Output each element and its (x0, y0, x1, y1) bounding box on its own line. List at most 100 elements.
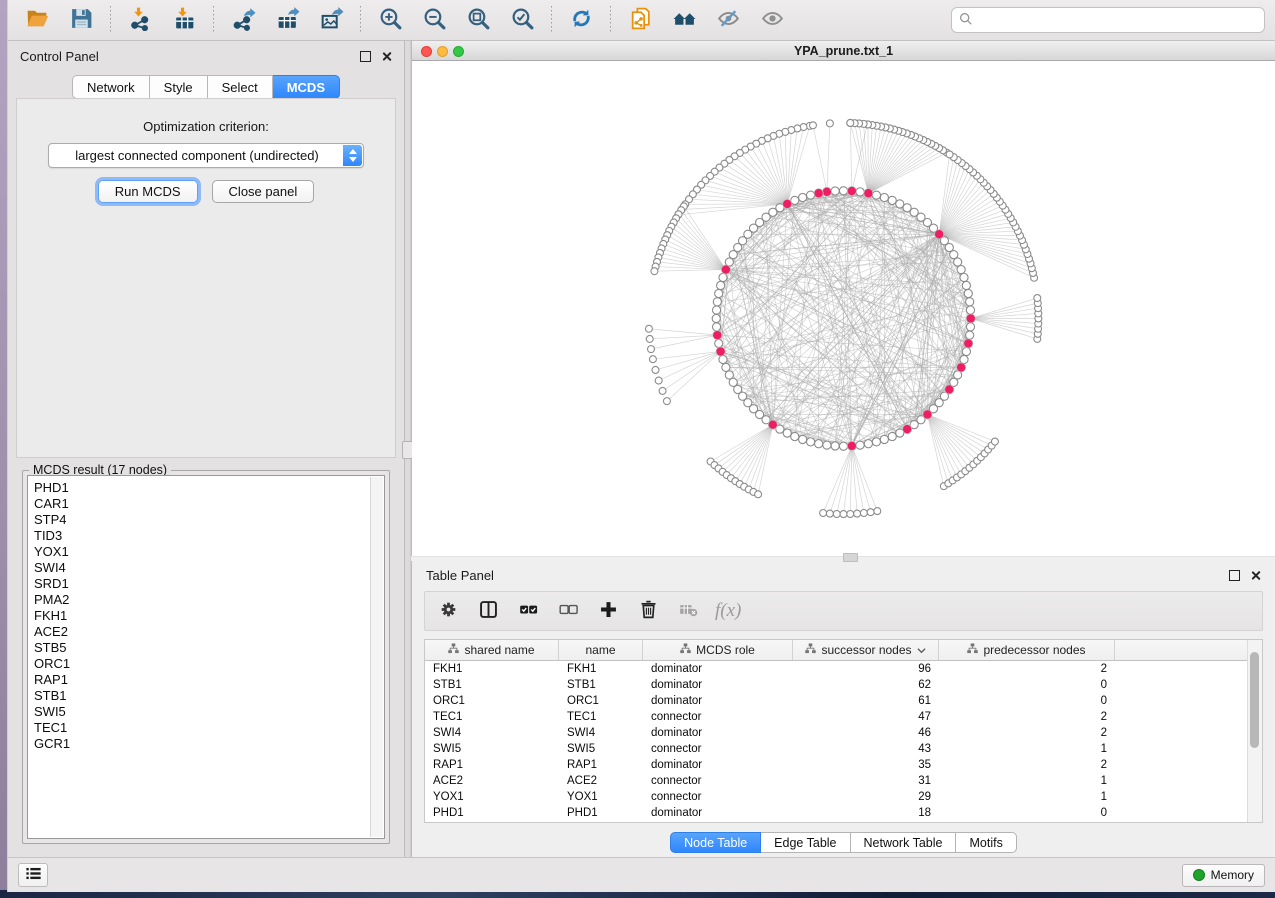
mcds-node-item[interactable]: TEC1 (34, 720, 384, 736)
splitter-grip[interactable] (843, 553, 858, 562)
import-table-button[interactable] (165, 4, 203, 36)
mcds-node-item[interactable]: STB1 (34, 688, 384, 704)
tree-icon (680, 643, 691, 657)
import-network-button[interactable] (121, 4, 159, 36)
apply-layout-button[interactable] (562, 4, 600, 36)
table-cell: 1 (939, 791, 1115, 803)
network-canvas[interactable] (412, 61, 1275, 556)
table-row[interactable]: STB1STB1dominator620 (425, 677, 1248, 693)
network-graph[interactable] (412, 61, 1275, 556)
mcds-node-item[interactable]: SWI4 (34, 560, 384, 576)
table-row[interactable]: SWI4SWI4dominator462 (425, 725, 1248, 741)
eye-slash-icon (716, 6, 741, 34)
mcds-node-item[interactable]: GCR1 (34, 736, 384, 752)
export-image-button[interactable] (312, 4, 350, 36)
zoom-out-button[interactable] (415, 4, 453, 36)
tab-network[interactable]: Network (72, 75, 150, 99)
column-header-name[interactable]: name (559, 640, 643, 660)
tab-style[interactable]: Style (150, 75, 208, 99)
function-builder-button[interactable]: f(x) (715, 598, 741, 624)
sort-descending-icon (917, 643, 926, 657)
table-cell: 31 (793, 775, 939, 787)
task-history-button[interactable] (18, 863, 48, 887)
mcds-node-item[interactable]: ACE2 (34, 624, 384, 640)
mcds-result-list[interactable]: PHD1CAR1STP4TID3YOX1SWI4SRD1PMA2FKH1ACE2… (27, 475, 385, 839)
export-table-button[interactable] (268, 4, 306, 36)
memory-button[interactable]: Memory (1182, 864, 1265, 887)
first-neighbors-button[interactable] (665, 4, 703, 36)
tab-motifs[interactable]: Motifs (956, 832, 1016, 853)
mcds-node-item[interactable]: STB5 (34, 640, 384, 656)
close-panel-button[interactable]: Close panel (212, 180, 315, 203)
export-network-button[interactable] (224, 4, 262, 36)
create-column-button[interactable] (595, 598, 621, 624)
select-all-rows-button[interactable] (515, 598, 541, 624)
minimize-window-icon[interactable] (437, 46, 448, 57)
column-header-shared-name[interactable]: shared name (425, 640, 559, 660)
maximize-window-icon[interactable] (453, 46, 464, 57)
control-panel: Control Panel NetworkStyleSelectMCDS Opt… (8, 41, 404, 857)
tab-edge-table[interactable]: Edge Table (761, 832, 850, 853)
table-row[interactable]: FKH1FKH1dominator962 (425, 661, 1248, 677)
horizontal-splitter[interactable] (411, 556, 1275, 561)
show-columns-button[interactable] (475, 598, 501, 624)
table-cell: dominator (643, 727, 793, 739)
column-header-MCDS-role[interactable]: MCDS role (643, 640, 793, 660)
mcds-node-item[interactable]: SRD1 (34, 576, 384, 592)
column-header-predecessor-nodes[interactable]: predecessor nodes (939, 640, 1115, 660)
tab-select[interactable]: Select (208, 75, 273, 99)
column-header-successor-nodes[interactable]: successor nodes (793, 640, 939, 660)
mcds-node-item[interactable]: TID3 (34, 528, 384, 544)
zoom-selected-button[interactable] (503, 4, 541, 36)
table-settings-button[interactable] (435, 598, 461, 624)
table-row[interactable]: ORC1ORC1dominator610 (425, 693, 1248, 709)
delete-table-button[interactable] (675, 598, 701, 624)
zoom-in-button[interactable] (371, 4, 409, 36)
table-row[interactable]: ACE2ACE2connector311 (425, 773, 1248, 789)
table-cell: 43 (793, 743, 939, 755)
close-panel-icon[interactable] (381, 51, 392, 62)
mcds-list-scrollbar[interactable] (370, 477, 383, 837)
save-session-button[interactable] (62, 4, 100, 36)
mcds-node-item[interactable]: STP4 (34, 512, 384, 528)
mcds-node-item[interactable]: PMA2 (34, 592, 384, 608)
table-row[interactable]: TEC1TEC1connector472 (425, 709, 1248, 725)
table-cell: 0 (939, 807, 1115, 819)
new-network-from-selection-button[interactable] (621, 4, 659, 36)
tab-network-table[interactable]: Network Table (851, 832, 957, 853)
mcds-node-item[interactable]: PHD1 (34, 480, 384, 496)
close-window-icon[interactable] (421, 46, 432, 57)
mcds-node-item[interactable]: YOX1 (34, 544, 384, 560)
search-input[interactable] (978, 12, 1257, 28)
table-row[interactable]: RAP1RAP1dominator352 (425, 757, 1248, 773)
hide-selected-button[interactable] (709, 4, 747, 36)
network-view-window: YPA_prune.txt_1 (411, 41, 1275, 556)
mcds-node-item[interactable]: SWI5 (34, 704, 384, 720)
unchecked-boxes-icon (558, 599, 579, 623)
tab-mcds[interactable]: MCDS (273, 75, 340, 99)
close-panel-icon[interactable] (1250, 570, 1261, 581)
open-session-button[interactable] (18, 4, 56, 36)
table-body: FKH1FKH1dominator962STB1STB1dominator620… (425, 661, 1248, 821)
table-cell: ORC1 (559, 695, 643, 707)
delete-column-button[interactable] (635, 598, 661, 624)
mcds-node-item[interactable]: FKH1 (34, 608, 384, 624)
show-all-button[interactable] (753, 4, 791, 36)
float-panel-icon[interactable] (1229, 570, 1240, 581)
table-row[interactable]: PHD1PHD1dominator180 (425, 805, 1248, 821)
mcds-node-item[interactable]: ORC1 (34, 656, 384, 672)
run-mcds-button[interactable]: Run MCDS (98, 180, 198, 203)
table-scrollbar[interactable] (1247, 640, 1262, 822)
table-row[interactable]: YOX1YOX1connector291 (425, 789, 1248, 805)
mcds-node-item[interactable]: CAR1 (34, 496, 384, 512)
zoom-fit-button[interactable] (459, 4, 497, 36)
float-panel-icon[interactable] (360, 51, 371, 62)
optimization-criterion-dropdown[interactable]: largest connected component (undirected) (48, 143, 364, 168)
mcds-node-item[interactable]: RAP1 (34, 672, 384, 688)
vertical-splitter[interactable] (404, 41, 411, 857)
table-row[interactable]: SWI5SWI5connector431 (425, 741, 1248, 757)
tab-node-table[interactable]: Node Table (670, 832, 761, 853)
deselect-all-rows-button[interactable] (555, 598, 581, 624)
scrollbar-thumb[interactable] (1250, 652, 1259, 748)
import-network-icon (128, 6, 153, 34)
